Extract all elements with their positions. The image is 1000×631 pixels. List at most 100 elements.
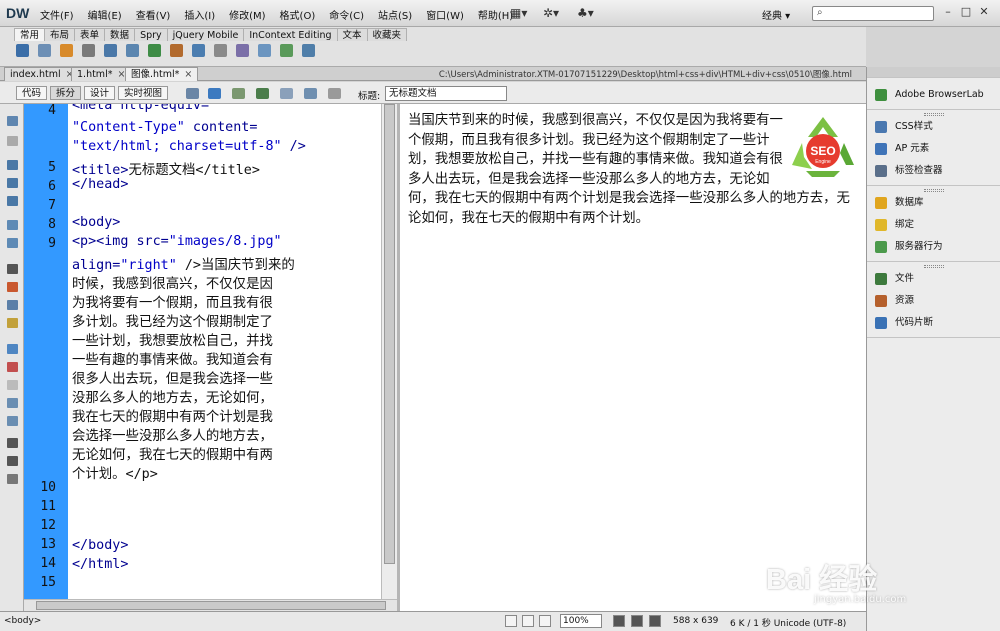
select-parent-tag-icon[interactable] — [7, 220, 18, 230]
menu-help[interactable]: 帮助(H) — [478, 7, 513, 22]
code-view-button[interactable]: 代码 — [16, 86, 48, 100]
tab-spry[interactable]: Spry — [134, 28, 168, 41]
script-icon[interactable] — [280, 44, 293, 57]
panel-files[interactable]: 文件 — [875, 271, 914, 287]
panel-adobe-browserlab[interactable]: Adobe BrowserLab — [875, 87, 984, 103]
head-icon[interactable] — [258, 44, 271, 57]
tab-favorites[interactable]: 收藏夹 — [366, 28, 408, 41]
live-code-icon[interactable] — [186, 88, 199, 99]
server-include-icon[interactable] — [214, 44, 227, 57]
view-options-icon[interactable] — [328, 88, 341, 99]
zoom-select[interactable]: 100% — [560, 614, 602, 628]
image-icon[interactable] — [148, 44, 161, 57]
code-horizontal-scrollbar[interactable] — [24, 599, 397, 611]
mobile-size-icon[interactable] — [613, 615, 625, 627]
title-input[interactable]: 无标题文档 — [385, 86, 507, 101]
code-vertical-scrollbar[interactable] — [381, 104, 397, 599]
horizontal-rule-icon[interactable] — [82, 44, 95, 57]
scroll-thumb[interactable] — [36, 601, 386, 610]
workspace-switcher[interactable]: 经典 ▾ — [762, 7, 790, 22]
menu-edit[interactable]: 编辑(E) — [88, 7, 122, 22]
doc-tab-1[interactable]: 1.html* × — [71, 67, 132, 81]
table-icon[interactable] — [104, 44, 117, 57]
tag-selector[interactable]: <body> — [4, 616, 41, 626]
open-documents-icon[interactable] — [7, 116, 18, 126]
close-icon[interactable]: ✕ — [976, 4, 992, 20]
collapse-selection-icon[interactable] — [7, 178, 18, 188]
search-input[interactable]: ⌕ — [812, 6, 934, 21]
panel-ap-elements[interactable]: AP 元素 — [875, 141, 929, 157]
desktop-size-icon[interactable] — [649, 615, 661, 627]
date-icon[interactable] — [192, 44, 205, 57]
panel-css-styles[interactable]: CSS样式 — [875, 119, 933, 135]
tab-text[interactable]: 文本 — [336, 28, 368, 41]
extensions-gear-icon[interactable]: ✲▾ — [543, 6, 559, 20]
browser-preview-icon[interactable] — [208, 88, 221, 99]
tab-common[interactable]: 常用 — [14, 28, 46, 41]
hyperlink-icon[interactable] — [16, 44, 29, 57]
panel-tag-inspector[interactable]: 标签检查器 — [875, 163, 943, 179]
panel-grip[interactable] — [924, 189, 944, 192]
design-view[interactable]: SEO Engine 当国庆节到来的时候，我感到很高兴，不仅仅是因为我将要有一个… — [400, 104, 866, 611]
panel-grip[interactable] — [924, 113, 944, 116]
refresh-icon[interactable] — [304, 88, 317, 99]
show-code-navigator-icon[interactable] — [7, 136, 18, 146]
remove-comment-icon[interactable] — [7, 362, 18, 372]
menu-insert[interactable]: 插入(I) — [184, 7, 215, 22]
select-tool-icon[interactable] — [505, 615, 517, 627]
format-source-icon[interactable] — [7, 474, 18, 484]
recent-snippets-icon[interactable] — [7, 398, 18, 408]
split-view-button[interactable]: 拆分 — [50, 86, 82, 100]
auto-indent-icon[interactable] — [7, 318, 18, 328]
panel-snippets[interactable]: 代码片断 — [875, 315, 933, 331]
div-tag-icon[interactable] — [126, 44, 139, 57]
named-anchor-icon[interactable] — [60, 44, 73, 57]
panel-databases[interactable]: 数据库 — [875, 195, 924, 211]
zoom-tool-icon[interactable] — [539, 615, 551, 627]
minimize-icon[interactable]: – — [940, 4, 956, 20]
seo-logo-image[interactable]: SEO Engine — [788, 113, 858, 179]
expand-all-icon[interactable] — [7, 196, 18, 206]
menu-modify[interactable]: 修改(M) — [229, 7, 265, 22]
menu-window[interactable]: 窗口(W) — [426, 7, 464, 22]
syntax-coloring-icon[interactable] — [7, 300, 18, 310]
tab-forms[interactable]: 表单 — [74, 28, 106, 41]
visual-aids-icon[interactable] — [280, 88, 293, 99]
indent-code-icon[interactable] — [7, 438, 18, 448]
outdent-code-icon[interactable] — [7, 456, 18, 466]
tab-layout[interactable]: 布局 — [44, 28, 76, 41]
line-numbers-icon[interactable] — [7, 264, 18, 274]
tab-jquery-mobile[interactable]: jQuery Mobile — [166, 28, 245, 41]
wrap-tag-icon[interactable] — [7, 380, 18, 390]
window-size[interactable]: 588 x 639 — [673, 616, 718, 626]
close-icon[interactable]: × — [184, 69, 192, 80]
maximize-icon[interactable]: □ — [958, 4, 974, 20]
menu-view[interactable]: 查看(V) — [136, 7, 171, 22]
tab-incontext-editing[interactable]: InContext Editing — [243, 28, 338, 41]
highlight-invalid-code-icon[interactable] — [7, 282, 18, 292]
check-page-icon[interactable] — [256, 88, 269, 99]
menu-file[interactable]: 文件(F) — [40, 7, 74, 22]
panel-assets[interactable]: 资源 — [875, 293, 914, 309]
live-view-button[interactable]: 实时视图 — [118, 86, 169, 100]
move-css-icon[interactable] — [7, 416, 18, 426]
tablet-size-icon[interactable] — [631, 615, 643, 627]
design-view-button[interactable]: 设计 — [84, 86, 116, 100]
layout-icon[interactable]: ▦▾ — [510, 6, 527, 20]
menu-site[interactable]: 站点(S) — [378, 7, 412, 22]
doc-tab-index[interactable]: index.html × — [4, 67, 80, 81]
site-manager-icon[interactable]: ♣▾ — [577, 6, 594, 20]
tab-data[interactable]: 数据 — [104, 28, 136, 41]
file-management-icon[interactable] — [232, 88, 245, 99]
comment-icon[interactable] — [236, 44, 249, 57]
collapse-full-tag-icon[interactable] — [7, 160, 18, 170]
menu-format[interactable]: 格式(O) — [280, 7, 316, 22]
code-editor[interactable]: <meta http-equiv= "Content-Type" content… — [68, 104, 381, 599]
panel-grip[interactable] — [924, 265, 944, 268]
menu-commands[interactable]: 命令(C) — [329, 7, 364, 22]
hand-tool-icon[interactable] — [522, 615, 534, 627]
email-link-icon[interactable] — [38, 44, 51, 57]
doc-tab-image[interactable]: 图像.html* × — [125, 67, 199, 81]
panel-bindings[interactable]: 绑定 — [875, 217, 914, 233]
apply-comment-icon[interactable] — [7, 344, 18, 354]
